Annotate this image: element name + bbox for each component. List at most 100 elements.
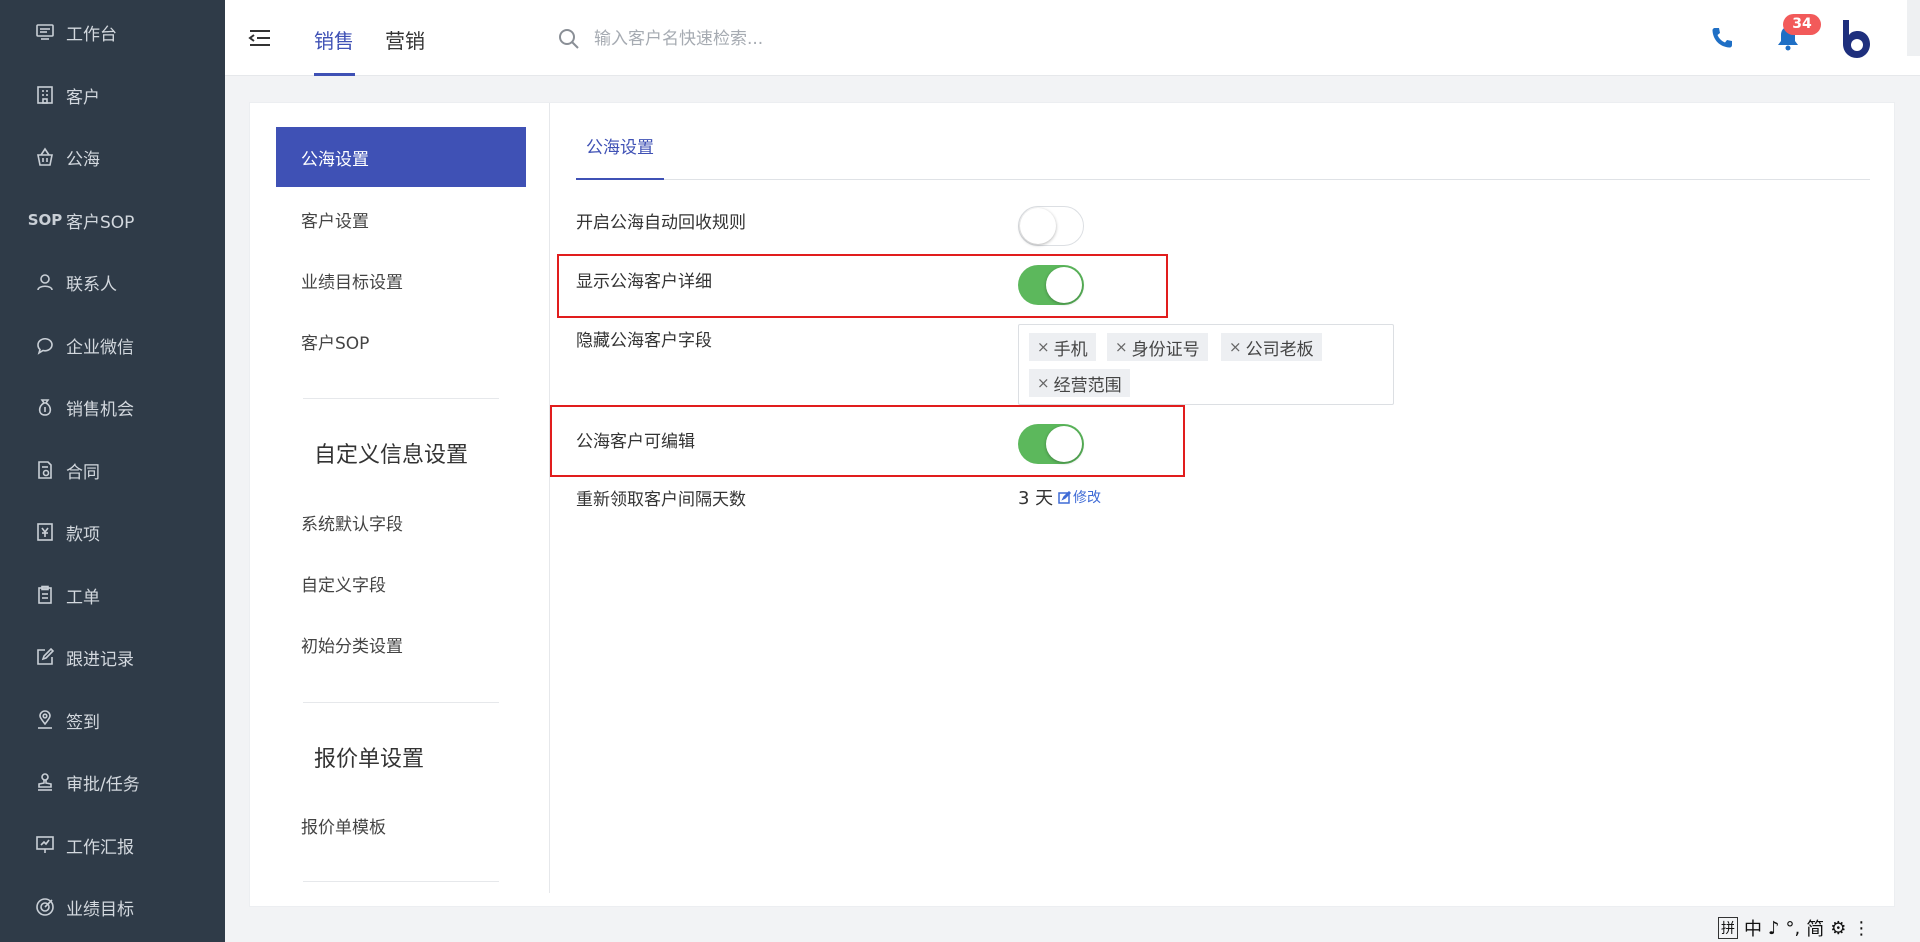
sidebar-item-label: 工作台 [66, 24, 117, 45]
remove-tag-icon[interactable]: × [1037, 374, 1050, 392]
ime-toolbar: 拼 中 ♪ °, 简 ⚙ ⋮ [1718, 914, 1920, 942]
remove-tag-icon[interactable]: × [1115, 338, 1128, 356]
sidebar-item-workbench[interactable]: 工作台 [0, 10, 225, 54]
monitor-icon [34, 21, 56, 43]
tab-divider [576, 179, 1870, 180]
tag-business-scope: × 经营范围 [1029, 369, 1130, 397]
reclaim-interval-label: 重新领取客户间隔天数 [576, 490, 746, 510]
hidden-fields-select[interactable]: × 手机 × 身份证号 × 公司老板 × 经营范围 [1018, 324, 1394, 405]
remove-tag-icon[interactable]: × [1037, 338, 1050, 356]
search-input[interactable] [594, 29, 934, 49]
settings-nav: 公海设置 客户设置 业绩目标设置 客户SOP 自定义信息设置 系统默认字段 自定… [250, 103, 550, 893]
tab-marketing[interactable]: 营销 [385, 25, 425, 54]
sidebar-item-label: 工作汇报 [66, 837, 134, 858]
auto-recycle-label: 开启公海自动回收规则 [576, 213, 746, 233]
sop-icon: SOP [27, 211, 63, 229]
active-tab-indicator [576, 178, 664, 180]
stamp-icon [34, 771, 56, 793]
ime-simplified-mode[interactable]: 简 [1806, 915, 1824, 941]
sidebar-item-performance-target[interactable]: 业绩目标 [0, 885, 225, 929]
tag-label: 手机 [1053, 339, 1088, 360]
sidebar-item-label: 款项 [66, 524, 100, 545]
settings-nav-performance-target[interactable]: 业绩目标设置 [276, 250, 526, 310]
tag-label: 公司老板 [1245, 339, 1314, 360]
tab-sales[interactable]: 销售 [314, 25, 354, 54]
brand-logo-icon [1839, 18, 1873, 60]
sidebar-item-customer[interactable]: 客户 [0, 73, 225, 117]
sidebar-item-follow-up[interactable]: 跟进记录 [0, 635, 225, 679]
sidebar-item-contacts[interactable]: 联系人 [0, 260, 225, 304]
settings-nav-public-pool[interactable]: 公海设置 [276, 127, 526, 187]
edit-icon [1058, 490, 1071, 504]
sidebar-item-work-report[interactable]: 工作汇报 [0, 823, 225, 867]
hidden-fields-label: 隐藏公海客户字段 [576, 331, 712, 351]
sidebar-item-label: 客户 [66, 87, 100, 108]
window-edge-handle [1907, 0, 1920, 56]
ime-moon-icon[interactable]: ♪ [1768, 918, 1780, 939]
settings-nav-customer-sop[interactable]: 客户SOP [276, 311, 526, 371]
building-icon [34, 84, 56, 106]
nav-divider [303, 702, 499, 703]
search-icon[interactable] [558, 28, 580, 50]
settings-nav-default-fields[interactable]: 系统默认字段 [276, 492, 526, 552]
phone-icon[interactable] [1710, 26, 1734, 50]
sidebar-item-public-pool[interactable]: 公海 [0, 135, 225, 179]
sidebar-item-opportunities[interactable]: 销售机会 [0, 385, 225, 429]
basket-icon [34, 146, 56, 168]
edit-interval-link[interactable]: 修改 [1058, 487, 1101, 507]
presentation-icon [34, 834, 56, 856]
tag-label: 经营范围 [1053, 375, 1122, 396]
sidebar-item-approval[interactable]: 审批/任务 [0, 760, 225, 804]
ime-punctuation-icon[interactable]: °, [1786, 918, 1801, 939]
settings-nav-customer[interactable]: 客户设置 [276, 189, 526, 249]
settings-content: 公海设置 开启公海自动回收规则 显示公海客户详细 隐藏公海客户字段 × 手机 × 身… [550, 103, 1896, 893]
sidebar-item-label: 审批/任务 [66, 774, 140, 795]
edit-icon [34, 646, 56, 668]
tab-public-pool-settings[interactable]: 公海设置 [576, 133, 664, 158]
sidebar-item-label: 客户SOP [66, 212, 135, 233]
customer-search [558, 22, 958, 56]
remove-tag-icon[interactable]: × [1229, 338, 1242, 356]
ime-settings-icon[interactable]: ⚙ [1830, 918, 1846, 939]
active-tab-indicator [314, 73, 355, 76]
tag-id-number: × 身份证号 [1107, 333, 1208, 361]
sidebar-item-payments[interactable]: 款项 [0, 510, 225, 554]
money-bag-icon [34, 396, 56, 418]
ime-chinese-mode[interactable]: 中 [1744, 915, 1762, 941]
chat-icon [34, 334, 56, 356]
main-sidebar: 工作台 客户 公海 SOP 客户SOP 联系人 企业微信 销售机会 合同 款项 … [0, 0, 225, 942]
toggle-knob [1046, 426, 1082, 462]
contract-icon [34, 459, 56, 481]
sidebar-item-check-in[interactable]: 签到 [0, 698, 225, 742]
auto-recycle-toggle[interactable] [1018, 206, 1084, 246]
editable-toggle[interactable] [1018, 424, 1084, 464]
yen-icon [34, 521, 56, 543]
settings-nav-initial-category[interactable]: 初始分类设置 [276, 614, 526, 674]
sidebar-item-label: 公海 [66, 149, 100, 170]
show-detail-toggle[interactable] [1018, 265, 1084, 305]
sidebar-item-customer-sop[interactable]: SOP 客户SOP [0, 198, 225, 242]
menu-collapse-icon[interactable] [247, 25, 273, 51]
ime-pinyin-icon[interactable]: 拼 [1718, 917, 1738, 939]
top-header: 销售 营销 34 [225, 0, 1920, 76]
toggle-knob [1046, 267, 1082, 303]
location-icon [34, 709, 56, 731]
nav-divider [303, 398, 499, 399]
section-title-quote: 报价单设置 [314, 747, 425, 772]
tag-company-boss: × 公司老板 [1221, 333, 1322, 361]
nav-divider [303, 881, 499, 882]
editable-label: 公海客户可编辑 [576, 432, 695, 452]
section-title-custom-info: 自定义信息设置 [314, 443, 469, 468]
sidebar-item-label: 工单 [66, 587, 100, 608]
ime-more-icon[interactable]: ⋮ [1852, 918, 1870, 939]
sidebar-item-work-order[interactable]: 工单 [0, 573, 225, 617]
sidebar-item-wecom[interactable]: 企业微信 [0, 323, 225, 367]
toggle-knob [1020, 208, 1056, 244]
sidebar-item-contract[interactable]: 合同 [0, 448, 225, 492]
user-icon [34, 271, 56, 293]
sidebar-item-label: 联系人 [66, 274, 117, 295]
settings-nav-quote-template[interactable]: 报价单模板 [276, 795, 526, 855]
show-detail-label: 显示公海客户详细 [576, 272, 712, 292]
sidebar-item-label: 签到 [66, 712, 100, 733]
settings-nav-custom-fields[interactable]: 自定义字段 [276, 553, 526, 613]
